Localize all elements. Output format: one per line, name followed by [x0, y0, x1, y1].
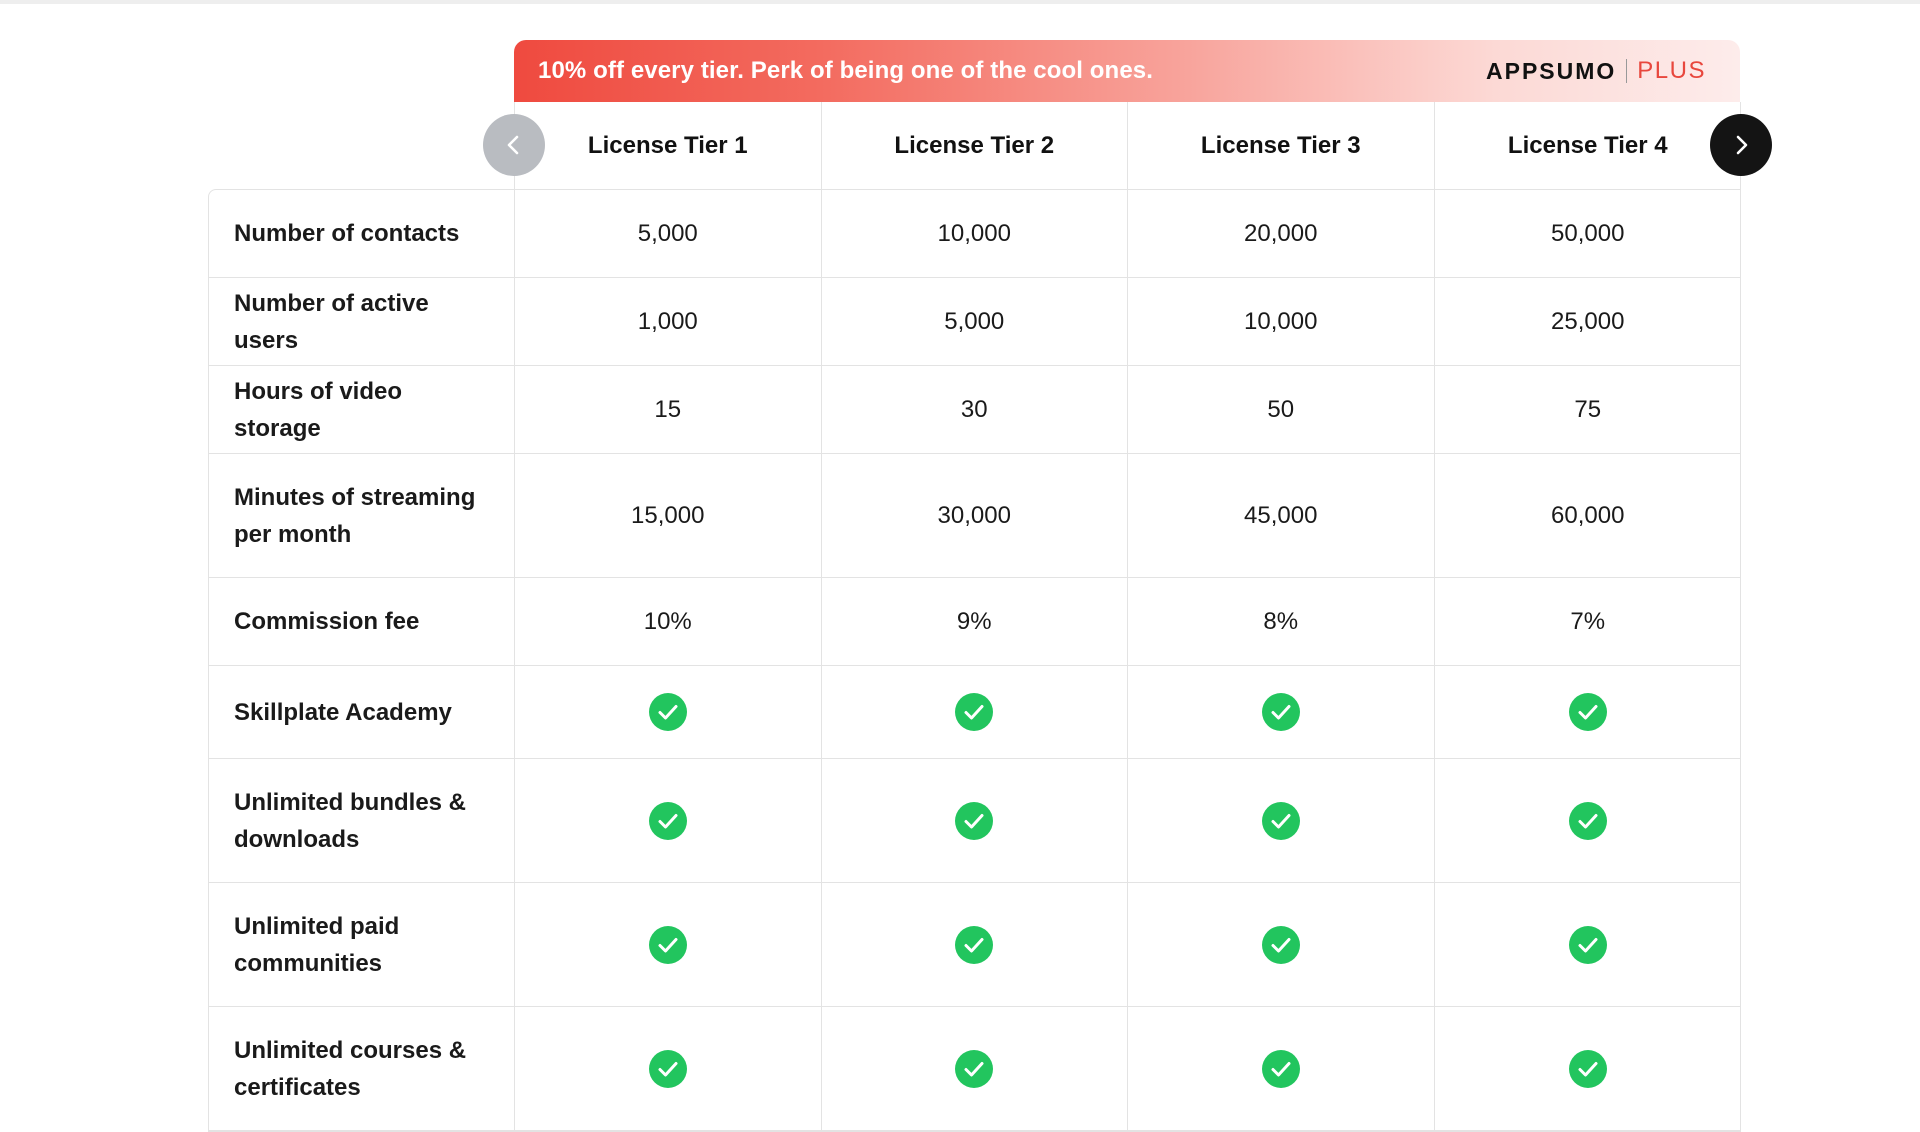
tier-value: 10% [515, 578, 822, 665]
comparison-table: License Tier 1 License Tier 2 License Tier… [208, 102, 1741, 1132]
check-circle-icon [648, 801, 687, 840]
tier-value: 50 [1128, 366, 1435, 453]
feature-label: Number of contacts [209, 190, 515, 277]
chevron-right-icon [1736, 135, 1748, 155]
feature-label: Unlimited courses & certificates [209, 1007, 515, 1130]
table-row: Number of active users 1,000 5,000 10,000 25… [209, 278, 1740, 366]
tier-value: 25,000 [1551, 307, 1625, 335]
tier-value: 10,000 [822, 190, 1128, 277]
check-circle-icon [1568, 1049, 1607, 1088]
included-cell [1128, 666, 1435, 758]
included-cell [515, 666, 822, 758]
promo-banner: 10% off every tier. Perk of being one of… [514, 40, 1740, 102]
tier-value: 75 [1574, 395, 1602, 423]
tier-value: 5,000 [822, 278, 1128, 365]
check-circle-icon [648, 925, 687, 964]
table-row: Skillplate Academy [209, 666, 1740, 759]
header-spacer [208, 102, 514, 189]
included-cell [1128, 759, 1435, 882]
tier-value: 7% [1570, 607, 1606, 635]
tier-value: 60,000 [1551, 501, 1625, 529]
feature-label: Minutes of streaming per month [209, 454, 515, 577]
table-header: License Tier 1 License Tier 2 License Tier… [208, 102, 1741, 189]
included-cell [515, 883, 822, 1006]
check-circle-icon [955, 1049, 994, 1088]
table-row: Unlimited courses & certificates [209, 1007, 1740, 1131]
check-circle-icon [955, 801, 994, 840]
tier-value: 15,000 [515, 454, 822, 577]
feature-label: Skillplate Academy [209, 666, 515, 758]
included-cell [1435, 759, 1742, 882]
included-cell [515, 1007, 822, 1130]
tier-value: 15 [515, 366, 822, 453]
brand-name: APPSUMO [1486, 57, 1617, 84]
check-circle-icon [1261, 801, 1300, 840]
check-circle-icon [1568, 801, 1607, 840]
check-circle-icon [955, 925, 994, 964]
tier-value: 10,000 [1128, 278, 1435, 365]
included-cell [1435, 666, 1742, 758]
tier-value: 30 [822, 366, 1128, 453]
tier-header-4: License Tier 4 [1507, 131, 1668, 159]
included-cell [1435, 883, 1742, 1006]
check-circle-icon [1568, 693, 1607, 731]
check-circle-icon [1261, 693, 1300, 731]
previous-tiers-button[interactable] [483, 114, 545, 176]
included-cell [822, 883, 1128, 1006]
tier-value: 30,000 [822, 454, 1128, 577]
check-circle-icon [1261, 1049, 1300, 1088]
feature-label: Commission fee [209, 578, 515, 665]
tier-value: 1,000 [515, 278, 822, 365]
tier-header-3: License Tier 3 [1128, 102, 1435, 189]
feature-label: Unlimited paid communities [209, 883, 515, 1006]
next-tiers-button[interactable] [1710, 114, 1772, 176]
tier-value: 9% [822, 578, 1128, 665]
tier-value: 8% [1128, 578, 1435, 665]
included-cell [1128, 883, 1435, 1006]
table-body: Number of contacts 5,000 10,000 20,000 50,00… [208, 189, 1741, 1132]
table-row: Hours of video storage 15 30 50 75 [209, 366, 1740, 454]
included-cell [1128, 1007, 1435, 1130]
check-circle-icon [648, 693, 687, 731]
feature-label: Hours of video storage [209, 366, 515, 453]
tier-value: 50,000 [1551, 219, 1625, 247]
feature-label: Unlimited bundles & downloads [209, 759, 515, 882]
included-cell [1435, 1007, 1742, 1130]
promo-text: 10% off every tier. Perk of being one of… [538, 57, 1153, 84]
included-cell [822, 1007, 1128, 1130]
chevron-left-icon [507, 135, 519, 155]
tier-header-1: License Tier 1 [515, 102, 822, 189]
tier-value: 45,000 [1128, 454, 1435, 577]
feature-label: Number of active users [209, 278, 515, 365]
appsumo-plus-logo: APPSUMO PLUS [1486, 57, 1706, 85]
table-row: Number of contacts 5,000 10,000 20,000 50,00… [209, 190, 1740, 278]
pricing-comparison: 10% off every tier. Perk of being one of… [0, 0, 1920, 1132]
included-cell [515, 759, 822, 882]
check-circle-icon [1568, 925, 1607, 964]
check-circle-icon [648, 1049, 687, 1088]
table-row: Minutes of streaming per month 15,000 30,0… [209, 454, 1740, 578]
tier-value: 20,000 [1128, 190, 1435, 277]
table-row: Unlimited paid communities [209, 883, 1740, 1007]
tier-header-2: License Tier 2 [822, 102, 1128, 189]
included-cell [822, 666, 1128, 758]
table-row: Commission fee 10% 9% 8% 7% [209, 578, 1740, 666]
tier-value: 5,000 [515, 190, 822, 277]
tier-headers: License Tier 1 License Tier 2 License Tier… [514, 102, 1741, 189]
brand-plus: PLUS [1637, 57, 1706, 84]
check-circle-icon [1261, 925, 1300, 964]
check-circle-icon [955, 693, 994, 731]
table-row: Unlimited bundles & downloads [209, 759, 1740, 883]
included-cell [822, 759, 1128, 882]
brand-divider [1626, 59, 1628, 83]
